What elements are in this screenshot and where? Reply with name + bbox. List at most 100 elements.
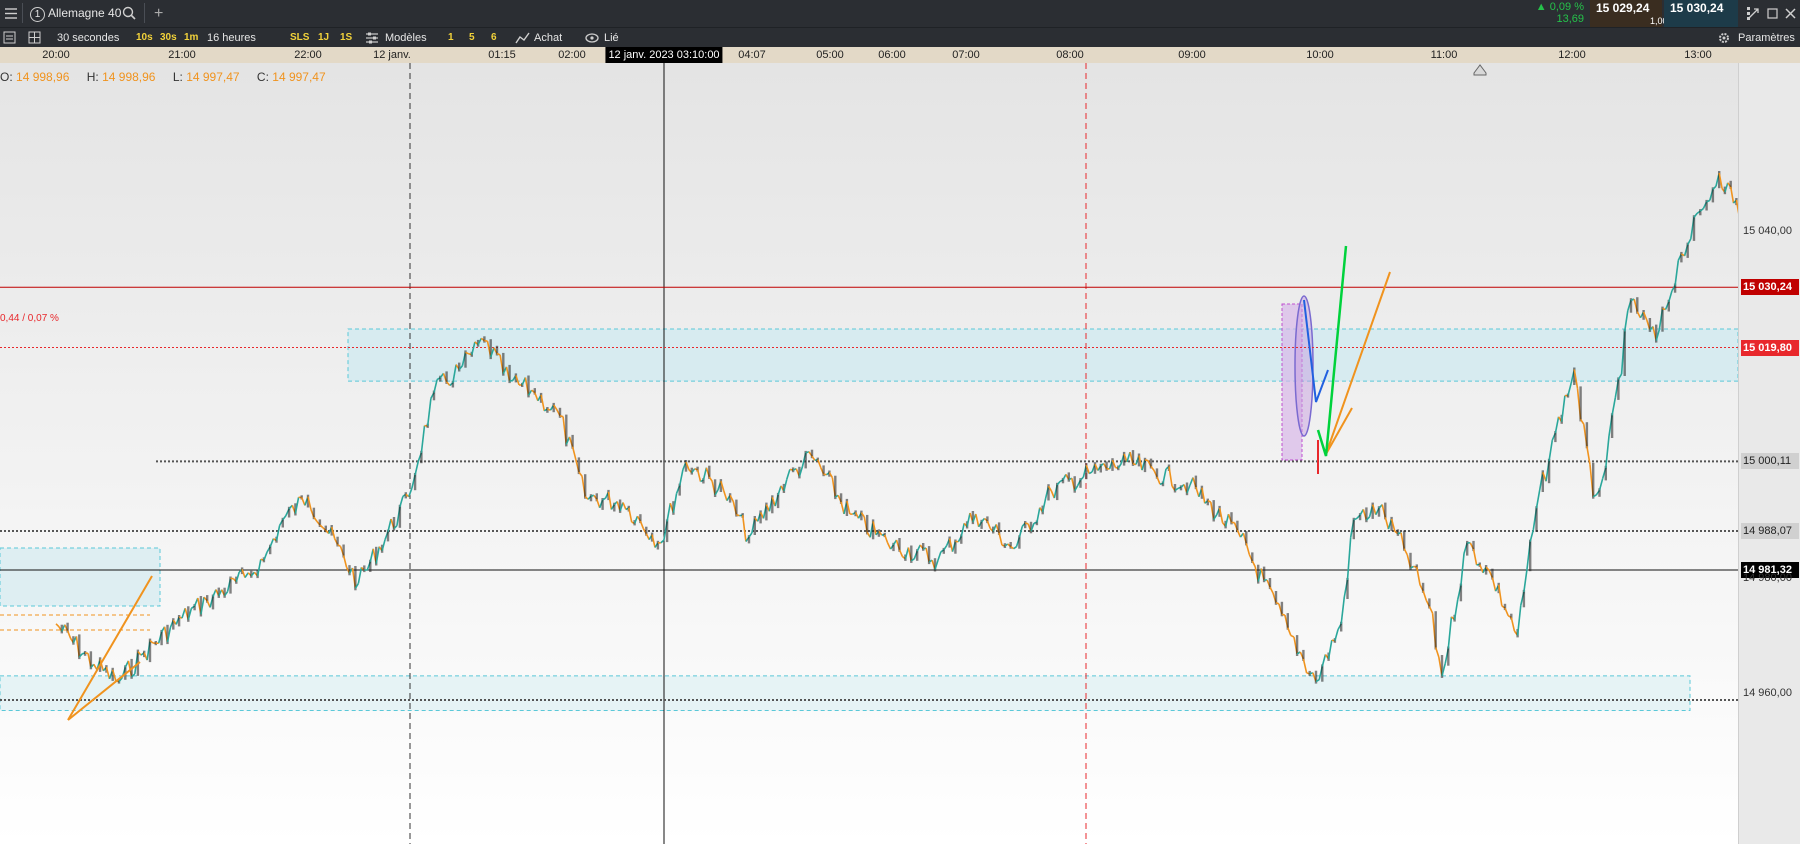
candle-body [160, 629, 163, 646]
search-icon[interactable] [122, 0, 136, 27]
candle-body [1623, 329, 1626, 376]
chart-toolbar: 30 secondes 10s 30s 1m 16 heures SLS 1J … [0, 27, 1800, 48]
level-price-label: 14 988,07 [1741, 522, 1799, 539]
price-segment [823, 473, 827, 476]
time-tick: 08:00 [1056, 49, 1084, 61]
candle-body [363, 565, 366, 573]
candle-body [1484, 565, 1488, 575]
candle-body [483, 336, 486, 343]
candle-body [804, 450, 807, 469]
change-percent: ▲ 0,09 % [1535, 1, 1584, 13]
change-box: ▲ 0,09 % 13,69 [1530, 0, 1588, 27]
quick-1j-button[interactable]: 1J [318, 28, 329, 48]
time-tick: 20:00 [42, 49, 70, 61]
current-price-label: 15 030,24 [1741, 279, 1799, 296]
candle-body [571, 434, 574, 449]
candle-body [211, 594, 215, 610]
price-segment [509, 379, 513, 382]
sliders-icon [365, 28, 379, 48]
buy-button[interactable]: Achat [534, 28, 562, 48]
ask-box[interactable]: 15 030,24 [1664, 0, 1738, 27]
candle-body [584, 474, 587, 499]
quick-1m-button[interactable]: 1m [184, 28, 198, 48]
candle-body [1579, 386, 1582, 422]
layout-icon[interactable] [28, 28, 42, 48]
close-label: C: [256, 70, 269, 84]
quick-1s-button[interactable]: 1S [340, 28, 352, 48]
candle-body [1585, 422, 1589, 449]
preset-6-button[interactable]: 6 [491, 28, 497, 48]
candle-body [1018, 535, 1021, 549]
alert-price-label: 15 019,80 [1741, 339, 1799, 356]
candle-body [1434, 611, 1437, 650]
time-tick: 22:00 [294, 49, 322, 61]
price-axis[interactable]: 15 040,00 15 030,24 15 019,80 15 000,11 14 9… [1738, 63, 1800, 844]
candle-body [223, 587, 226, 598]
candle-body [1686, 242, 1689, 258]
chart-background [0, 63, 1738, 844]
undock-icon[interactable] [1746, 0, 1762, 27]
candle-body [1592, 462, 1595, 499]
change-absolute: 13,69 [1556, 13, 1584, 25]
candle-body [1692, 215, 1696, 241]
top-bar: 1 Allemagne 40 + ▲ 0,09 % 13,69 15 029,2… [0, 0, 1800, 27]
trade-icon [515, 28, 531, 48]
add-symbol-button[interactable]: + [154, 0, 163, 27]
candle-body [922, 543, 925, 551]
candle-body [398, 504, 402, 528]
time-tick: 04:07 [738, 49, 766, 61]
list-icon[interactable] [3, 28, 17, 48]
crosshair-time-label: 12 janv. 2023 03:10:00 [605, 47, 723, 63]
quick-sls-button[interactable]: SLS [290, 28, 309, 48]
alert-percent-label: 0,44 / 0,07 % [0, 313, 59, 324]
zone-rectangle[interactable] [0, 547, 161, 607]
preset-1-button[interactable]: 1 [448, 28, 454, 48]
preset-5-button[interactable]: 5 [469, 28, 475, 48]
models-button[interactable]: Modèles [385, 28, 427, 48]
candle-body [1286, 613, 1289, 630]
candle-body [834, 475, 837, 500]
time-tick: 12 janv. [373, 49, 411, 61]
settings-button[interactable]: Paramètres [1738, 28, 1795, 48]
candle-body [1447, 646, 1450, 666]
zone-rectangle[interactable] [0, 675, 1691, 712]
quick-10s-button[interactable]: 10s [136, 28, 153, 48]
time-tick: 07:00 [952, 49, 980, 61]
candle-body [1321, 664, 1324, 682]
maximize-icon[interactable] [1766, 0, 1780, 27]
price-segment [559, 415, 564, 418]
quick-30s-button[interactable]: 30s [160, 28, 177, 48]
high-label: H: [86, 70, 99, 84]
low-label: L: [172, 70, 183, 84]
candle-body [1194, 475, 1198, 490]
close-icon[interactable] [1784, 0, 1798, 27]
time-tick: 09:00 [1178, 49, 1206, 61]
candle-body [776, 492, 780, 509]
level-price-label: 15 000,11 [1741, 453, 1799, 470]
highlight-ellipse[interactable] [1294, 295, 1314, 437]
settings-gear-icon[interactable] [1717, 28, 1731, 48]
candle-body [1352, 517, 1355, 540]
range-select[interactable]: 16 heures [207, 28, 256, 48]
ask-price: 15 030,24 [1670, 1, 1724, 15]
candle-body [1384, 502, 1387, 520]
candle-body [665, 519, 669, 543]
price-tick: 15 040,00 [1743, 224, 1792, 237]
instrument-name[interactable]: Allemagne 40 [48, 0, 121, 27]
candle-body [1173, 484, 1177, 493]
price-chart[interactable] [0, 63, 1738, 844]
high-value: 14 998,96 [102, 70, 156, 84]
interval-select[interactable]: 30 secondes [57, 28, 119, 48]
divider [22, 3, 23, 23]
linked-button[interactable]: Lié [604, 28, 619, 48]
candle-body [1636, 297, 1639, 314]
candle-body [1024, 521, 1027, 529]
open-label: O: [0, 70, 13, 84]
price-segment [1275, 601, 1280, 605]
candle-body [1206, 498, 1209, 506]
zone-rectangle[interactable] [347, 328, 1738, 382]
candle-body [866, 514, 869, 535]
candle-body [1604, 465, 1607, 481]
candle-body [1111, 458, 1114, 471]
menu-icon[interactable] [4, 0, 18, 27]
